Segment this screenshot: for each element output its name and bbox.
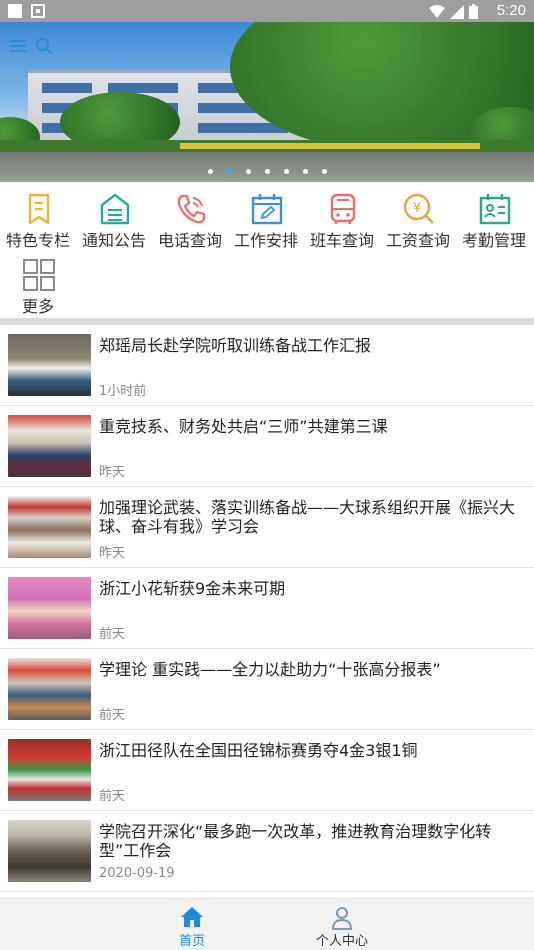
- menu-item-work-schedule[interactable]: 工作安排: [228, 182, 304, 250]
- attendance-icon: [479, 194, 511, 225]
- notification-icon: [8, 4, 22, 18]
- news-time: 昨天: [99, 546, 126, 561]
- news-time: 前天: [99, 708, 126, 723]
- menu-item-special-column[interactable]: 特色专栏: [0, 182, 76, 250]
- quick-menu-grid: 特色专栏 通知公告 电话查询 工作安排 班车查询 ¥ 工资查询 考勤管理 更多: [0, 182, 534, 318]
- bus-icon: [330, 193, 356, 224]
- news-item[interactable]: 浙江田径队在全国田径锦标赛勇夺4金3银1铜 前天: [0, 730, 534, 811]
- home-icon: [181, 907, 203, 927]
- tab-label: 首页: [178, 934, 205, 949]
- news-time: 2020-09-19: [99, 866, 175, 881]
- news-title: 浙江小花斩获9金未来可期: [99, 579, 286, 598]
- app-notification-icon: [31, 4, 45, 18]
- carousel-dot[interactable]: [321, 169, 327, 174]
- menu-item-notice[interactable]: 通知公告: [76, 182, 152, 250]
- menu-item-label: 班车查询: [309, 231, 374, 250]
- news-thumbnail: [8, 820, 91, 882]
- menu-item-label: 电话查询: [157, 231, 222, 250]
- announcement-icon: [100, 193, 130, 225]
- grid-more-icon: [23, 259, 55, 291]
- tab-label: 个人中心: [315, 934, 368, 949]
- clock: 5:20: [496, 2, 526, 19]
- carousel-dot[interactable]: [207, 169, 213, 174]
- carousel-dot[interactable]: [302, 169, 308, 174]
- carousel-dot[interactable]: [245, 169, 251, 174]
- news-title: 加强理论武装、落实训练备战——大球系组织开展《振兴大球、奋斗有我》学习会: [99, 498, 516, 536]
- news-time: 昨天: [99, 465, 126, 480]
- news-item[interactable]: 郑瑶局长赴学院听取训练备战工作汇报 1小时前: [0, 325, 534, 406]
- menu-item-phone[interactable]: 电话查询: [152, 182, 228, 250]
- news-title: 学院召开深化“最多跑一次改革，推进教育治理数字化转型”工作会: [99, 822, 492, 860]
- news-list: 郑瑶局长赴学院听取训练备战工作汇报 1小时前 重竞技系、财务处共启“三师”共建第…: [0, 325, 534, 892]
- news-time: 1小时前: [99, 384, 147, 399]
- search-icon[interactable]: [35, 37, 53, 55]
- news-item[interactable]: 浙江小花斩获9金未来可期 前天: [0, 568, 534, 649]
- news-title: 学理论 重实践——全力以赴助力“十张高分报表”: [99, 660, 441, 679]
- news-item[interactable]: 重竞技系、财务处共启“三师”共建第三课 昨天: [0, 406, 534, 487]
- news-time: 前天: [99, 627, 126, 642]
- menu-item-bus[interactable]: 班车查询: [304, 182, 380, 250]
- carousel-indicator: [0, 169, 534, 174]
- menu-icon[interactable]: [10, 39, 26, 53]
- news-time: 前天: [99, 789, 126, 804]
- news-thumbnail: [8, 577, 91, 639]
- salary-search-icon: ¥: [403, 193, 434, 224]
- signal-icon: [450, 4, 464, 19]
- news-item[interactable]: 加强理论武装、落实训练备战——大球系组织开展《振兴大球、奋斗有我》学习会 昨天: [0, 487, 534, 568]
- bookmark-icon: [28, 193, 50, 225]
- person-icon: [332, 907, 352, 930]
- menu-item-more[interactable]: 更多: [0, 248, 76, 316]
- banner-carousel[interactable]: [0, 22, 534, 182]
- battery-icon: [469, 4, 478, 19]
- menu-item-label: 通知公告: [81, 231, 146, 250]
- news-title: 郑瑶局长赴学院听取训练备战工作汇报: [99, 336, 372, 355]
- carousel-dot[interactable]: [264, 169, 270, 174]
- news-thumbnail: [8, 658, 91, 720]
- tab-home[interactable]: 首页: [132, 899, 252, 950]
- news-item[interactable]: 学理论 重实践——全力以赴助力“十张高分报表” 前天: [0, 649, 534, 730]
- news-thumbnail: [8, 334, 91, 396]
- news-title: 浙江田径队在全国田径锦标赛勇夺4金3银1铜: [99, 741, 418, 760]
- menu-item-label: 更多: [21, 297, 54, 316]
- menu-item-label: 工作安排: [233, 231, 298, 250]
- bottom-navigation: 首页 个人中心: [0, 898, 534, 950]
- tab-profile[interactable]: 个人中心: [282, 899, 402, 950]
- news-thumbnail: [8, 415, 91, 477]
- news-thumbnail: [8, 739, 91, 801]
- status-bar: 5:20: [0, 0, 534, 22]
- phone-icon: [177, 194, 206, 224]
- menu-item-label: 考勤管理: [461, 231, 526, 250]
- news-item[interactable]: 学院召开深化“最多跑一次改革，推进教育治理数字化转型”工作会 2020-09-1…: [0, 811, 534, 892]
- menu-item-label: 工资查询: [385, 231, 450, 250]
- section-divider: [0, 318, 534, 325]
- calendar-edit-icon: [251, 194, 283, 225]
- carousel-dot[interactable]: [283, 169, 289, 174]
- wifi-icon: [429, 4, 445, 18]
- menu-item-salary[interactable]: ¥ 工资查询: [380, 182, 456, 250]
- menu-item-attendance[interactable]: 考勤管理: [456, 182, 532, 250]
- svg-text:¥: ¥: [413, 201, 421, 216]
- news-title: 重竞技系、财务处共启“三师”共建第三课: [99, 417, 388, 436]
- news-thumbnail: [8, 496, 91, 558]
- carousel-dot-active[interactable]: [226, 169, 232, 174]
